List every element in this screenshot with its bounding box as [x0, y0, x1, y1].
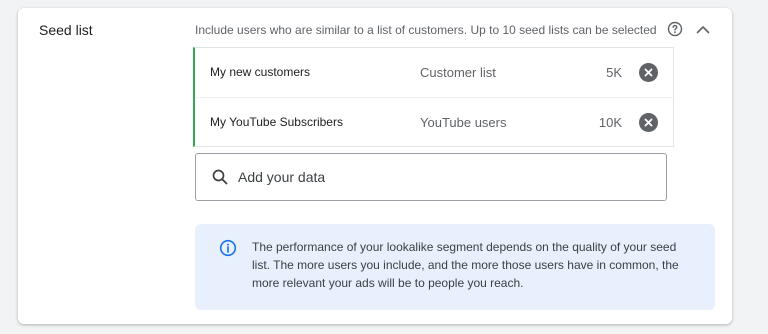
seed-list-card: Seed list Include users who are similar …	[18, 8, 732, 324]
seed-list-size: 5K	[606, 65, 622, 80]
info-icon	[219, 239, 237, 257]
seed-list-name: My new customers	[210, 65, 311, 79]
seed-list-row: My YouTube Subscribers YouTube users 10K	[195, 97, 674, 148]
remove-seed-list-button[interactable]	[639, 63, 658, 82]
info-panel: The performance of your lookalike segmen…	[195, 224, 715, 310]
seed-list-type: Customer list	[420, 65, 496, 80]
info-message: The performance of your lookalike segmen…	[252, 240, 679, 290]
selected-seed-lists: My new customers Customer list 5K My You…	[193, 47, 674, 147]
close-circle-icon	[644, 118, 653, 127]
seed-list-name: My YouTube Subscribers	[210, 115, 343, 129]
help-circle-icon[interactable]	[667, 21, 683, 37]
seed-list-row: My new customers Customer list 5K	[195, 48, 674, 98]
add-data-input[interactable]	[238, 166, 638, 188]
chevron-up-icon[interactable]	[694, 21, 712, 39]
section-title: Seed list	[39, 22, 93, 38]
close-circle-icon	[644, 68, 653, 77]
seed-list-type: YouTube users	[420, 115, 507, 130]
seed-list-size: 10K	[598, 115, 622, 130]
add-data-search[interactable]	[195, 153, 667, 201]
remove-seed-list-button[interactable]	[639, 113, 658, 132]
section-description: Include users who are similar to a list …	[195, 23, 657, 37]
search-icon	[211, 168, 229, 186]
